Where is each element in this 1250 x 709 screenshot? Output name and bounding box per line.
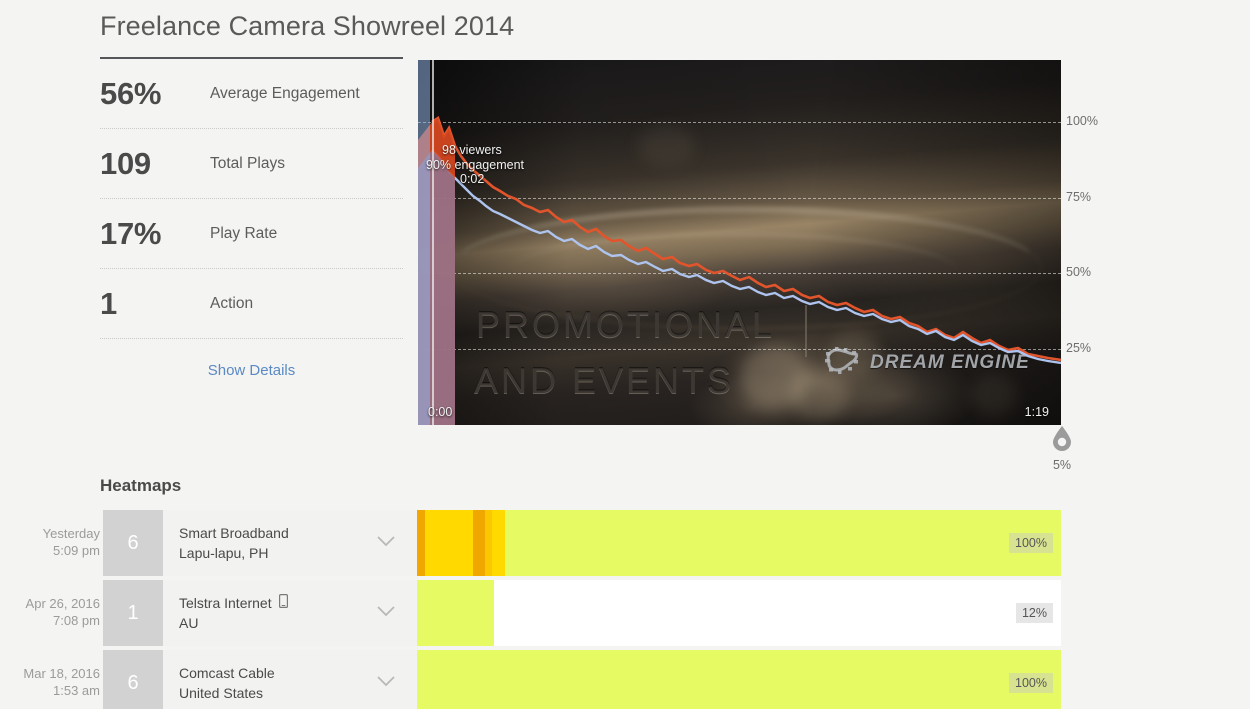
heatmap-row[interactable]: Yesterday 5:09 pm 6 Smart Broadband Lapu… [0,510,1250,576]
heatmap-bar[interactable]: 100% [417,510,1061,576]
tooltip-viewers: 98 viewers [442,143,502,157]
page-title: Freelance Camera Showreel 2014 [100,11,515,41]
heatmap-info-cell[interactable]: Smart Broadband Lapu-lapu, PH [163,510,417,576]
heatmap-time: 1:53 am [53,683,100,698]
heatmap-provider: Comcast Cable [179,664,275,681]
heatmap-time: 7:08 pm [53,613,100,628]
show-details-row: Show Details [100,339,403,401]
heatmap-count-badge: 1 [103,580,163,646]
heatmap-date: Yesterday [42,526,100,542]
heatmap-date-cell: Apr 26, 2016 7:08 pm [0,580,100,646]
mobile-device-icon [278,593,288,613]
axis-label-50: 50% [1066,265,1092,279]
tooltip-time: 0:02 [460,172,485,186]
heatmap-count-badge: 6 [103,650,163,709]
heatmap-count-badge: 6 [103,510,163,576]
heatmap-segment [484,510,493,576]
stat-row: 1 Action [100,269,403,339]
droplet-marker: 5% [1040,425,1084,472]
playhead-band[interactable] [418,60,430,425]
heatmap-segment [417,650,1061,709]
stat-value: 17% [100,215,162,251]
heatmap-segment [505,510,1061,576]
chevron-down-icon[interactable] [377,674,395,692]
heatmap-time: 5:09 pm [53,543,100,558]
chevron-down-icon[interactable] [377,534,395,552]
droplet-icon [1053,426,1071,451]
app-root: Freelance Camera Showreel 2014 56% Avera… [0,0,1250,709]
axis-label-100: 100% [1066,114,1098,128]
heatmap-info-cell[interactable]: Telstra Internet AU [163,580,417,646]
engagement-chart[interactable]: PROMOTIONAL AND EVENTS [418,60,1061,425]
heatmap-segment [417,580,495,646]
chevron-down-icon[interactable] [377,604,395,622]
stat-row: 56% Average Engagement [100,59,403,129]
stat-label: Action [210,294,254,312]
heatmap-info-cell[interactable]: Comcast Cable United States [163,650,417,709]
heatmap-provider: Smart Broadband [179,524,289,541]
heatmap-row[interactable]: Mar 18, 2016 1:53 am 6 Comcast Cable Uni… [0,650,1250,709]
heatmap-date-cell: Mar 18, 2016 1:53 am [0,650,100,709]
heatmap-segment [424,510,474,576]
heatmap-date: Mar 18, 2016 [23,666,100,682]
heatmap-percent-badge: 100% [1009,533,1053,553]
heatmap-segment [473,510,485,576]
heatmap-segment [492,510,506,576]
heatmap-date-cell: Yesterday 5:09 pm [0,510,100,576]
heatmap-date: Apr 26, 2016 [25,596,100,612]
time-start-label: 0:00 [428,405,453,419]
time-end-label: 1:19 [1024,405,1049,419]
playhead-line[interactable] [432,60,434,425]
heatmap-percent-badge: 100% [1009,673,1053,693]
droplet-percent: 5% [1052,458,1072,472]
stat-value: 1 [100,285,117,321]
stat-row: 17% Play Rate [100,199,403,269]
stat-value: 56% [100,75,162,111]
engagement-lines [418,115,1061,425]
show-details-link[interactable]: Show Details [208,362,296,379]
heatmap-provider: Telstra Internet [179,594,272,611]
tooltip-engagement: 90% engagement [426,158,524,172]
stat-row: 109 Total Plays [100,129,403,199]
heatmap-bar[interactable]: 100% [417,650,1061,709]
heatmap-bar[interactable]: 12% [417,580,1061,646]
heatmap-segment [417,510,425,576]
heatmaps-title: Heatmaps [100,476,182,495]
heatmap-row[interactable]: Apr 26, 2016 7:08 pm 1 Telstra Internet … [0,580,1250,646]
stat-label: Average Engagement [210,84,360,102]
axis-label-75: 75% [1066,190,1092,204]
stat-label: Total Plays [210,154,285,172]
stat-value: 109 [100,145,151,181]
heatmaps-list: Yesterday 5:09 pm 6 Smart Broadband Lapu… [0,510,1250,709]
heatmap-percent-badge: 12% [1015,603,1053,623]
stats-panel: 56% Average Engagement 109 Total Plays 1… [100,57,403,401]
axis-label-25: 25% [1066,341,1092,355]
stat-label: Play Rate [210,224,278,242]
